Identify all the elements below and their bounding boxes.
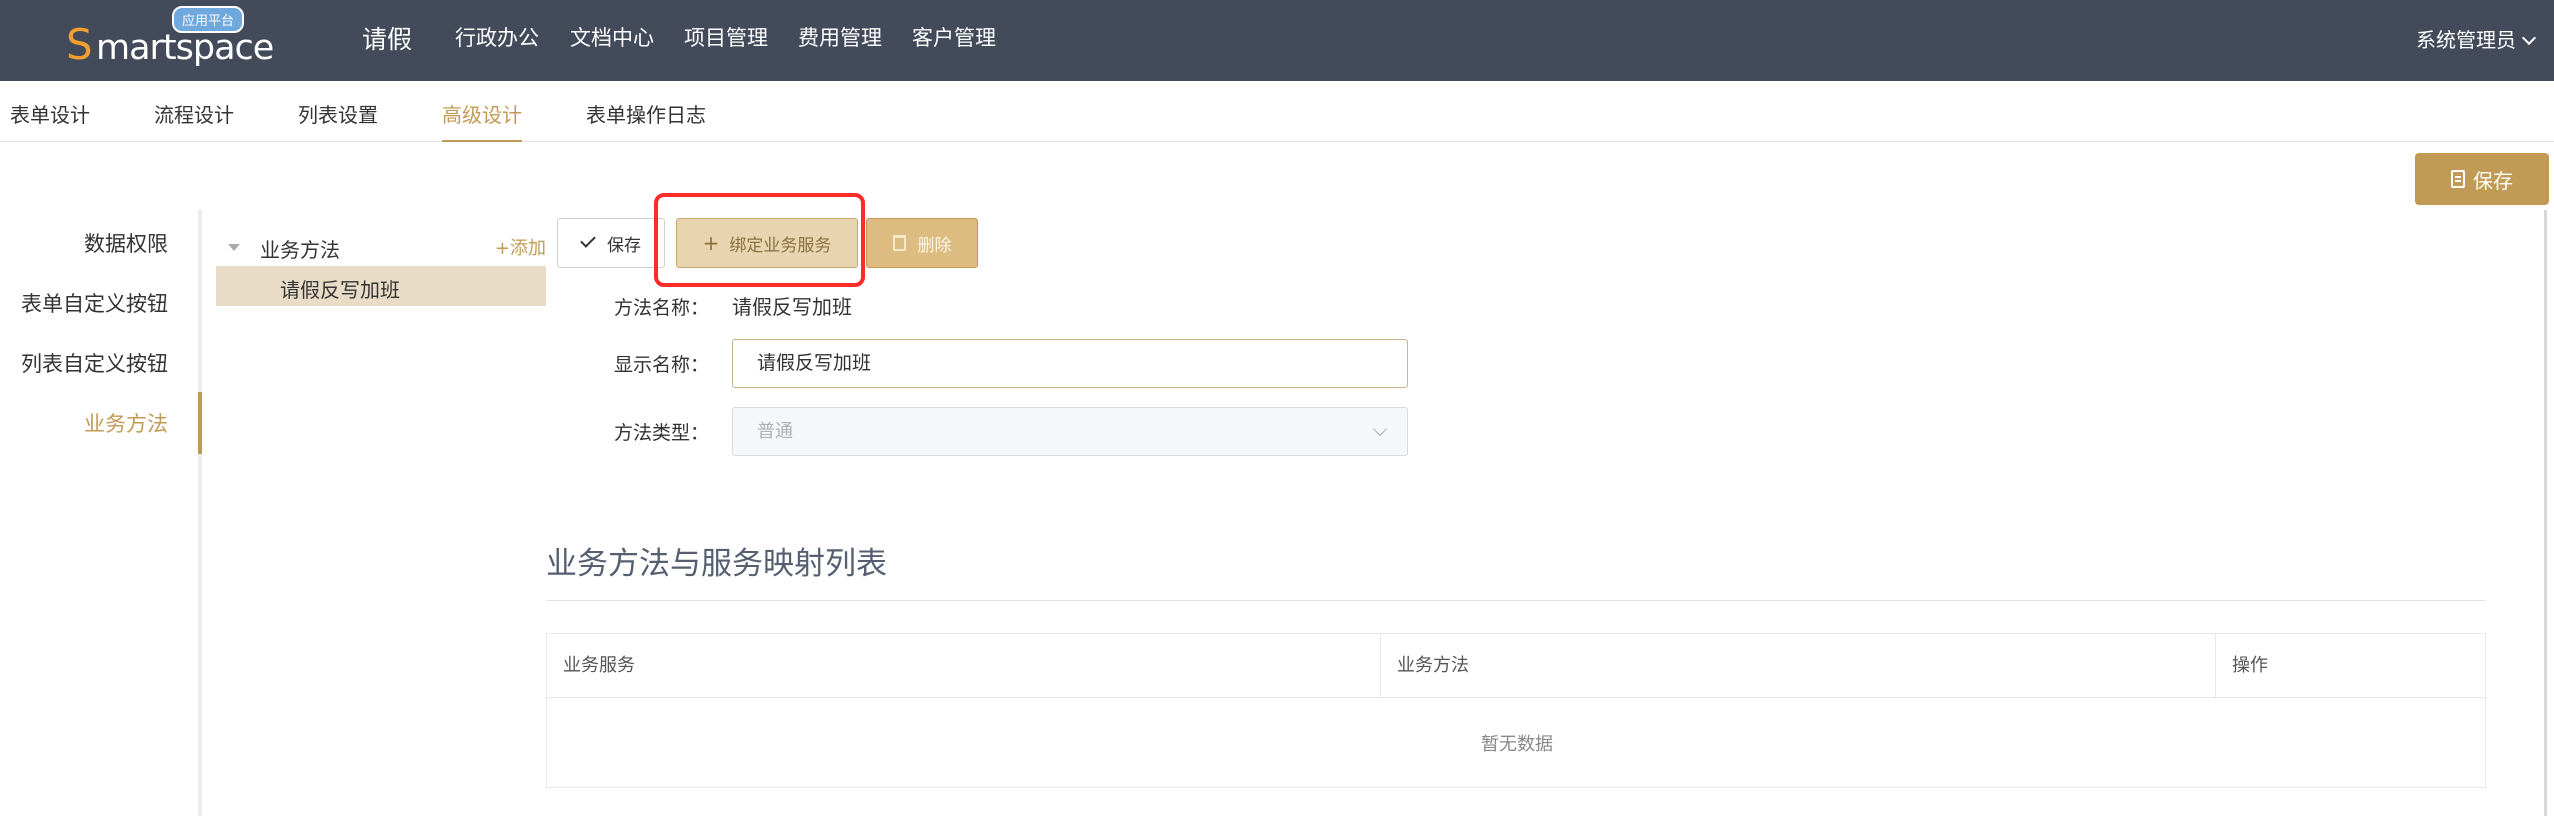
logo-initial: S [66, 20, 93, 69]
left-menu-business-methods[interactable]: 业务方法 [84, 408, 168, 438]
app-title: 请假 [362, 25, 413, 54]
tab-advanced-design[interactable]: 高级设计 [442, 99, 522, 142]
logo-text: martspace [96, 28, 274, 68]
tree-item-selected[interactable]: 请假反写加班 [216, 266, 546, 306]
display-name-label: 显示名称： [614, 354, 710, 376]
highlight-annotation [654, 193, 865, 287]
tab-list-settings[interactable]: 列表设置 [298, 99, 378, 142]
column-header-business-service: 业务服务 [547, 634, 1381, 698]
display-name-input[interactable]: 请假反写加班 [732, 339, 1408, 388]
nav-item-expense-management[interactable]: 费用管理 [798, 22, 882, 52]
left-menu-form-custom-buttons[interactable]: 表单自定义按钮 [21, 288, 168, 318]
tree-item-label: 请假反写加班 [280, 278, 400, 302]
save-button-label: 保存 [607, 235, 641, 256]
method-name-value: 请假反写加班 [732, 295, 852, 319]
nav-item-admin-office[interactable]: 行政办公 [455, 22, 539, 52]
trash-icon [892, 235, 906, 251]
nav-item-document-center[interactable]: 文档中心 [570, 22, 654, 52]
mapping-section-title: 业务方法与服务映射列表 [546, 546, 887, 582]
top-save-label: 保存 [2473, 168, 2513, 193]
smartspace-logo[interactable]: S martspace 应用平台 [64, 6, 274, 69]
left-menu-data-permission[interactable]: 数据权限 [84, 228, 168, 258]
add-method-link[interactable]: +添加 [495, 234, 546, 260]
save-button[interactable]: 保存 [557, 218, 665, 268]
left-menu-active-indicator [198, 392, 202, 454]
empty-table-text: 暂无数据 [1481, 734, 1553, 755]
method-type-value: 普通 [757, 421, 793, 442]
nav-item-customer-management[interactable]: 客户管理 [912, 22, 996, 52]
advanced-left-menu: 数据权限 表单自定义按钮 列表自定义按钮 业务方法 [0, 210, 202, 816]
chevron-down-icon [1372, 421, 1388, 437]
user-name: 系统管理员 [2416, 28, 2516, 52]
mapping-table: 业务服务 业务方法 操作 暂无数据 [546, 633, 2486, 788]
method-name-label: 方法名称： [614, 297, 710, 319]
column-header-actions: 操作 [2215, 634, 2485, 698]
column-header-business-method: 业务方法 [1381, 634, 2215, 698]
delete-button[interactable]: 删除 [866, 218, 978, 268]
top-save-button[interactable]: 保存 [2415, 153, 2549, 205]
check-icon [580, 232, 596, 248]
chevron-down-icon [2521, 30, 2537, 46]
top-bar: S martspace 应用平台 请假 行政办公 文档中心 项目管理 费用管理 … [0, 0, 2554, 81]
section-divider [546, 600, 2486, 601]
page-scrollbar[interactable] [2544, 210, 2547, 816]
design-tab-bar: 表单设计 流程设计 列表设置 高级设计 表单操作日志 [0, 81, 2554, 142]
tree-root-label[interactable]: 业务方法 [260, 234, 340, 263]
tab-form-design[interactable]: 表单设计 [10, 99, 90, 142]
caret-down-icon[interactable] [228, 244, 240, 251]
method-type-label: 方法类型： [614, 422, 710, 444]
logo-badge: 应用平台 [172, 6, 244, 33]
method-type-select[interactable]: 普通 [732, 407, 1408, 456]
nav-item-project-management[interactable]: 项目管理 [684, 22, 768, 52]
left-menu-list-custom-buttons[interactable]: 列表自定义按钮 [21, 348, 168, 378]
user-menu[interactable]: 系统管理员 [2416, 24, 2537, 53]
tab-process-design[interactable]: 流程设计 [154, 99, 234, 142]
tab-form-operation-log[interactable]: 表单操作日志 [586, 99, 706, 142]
document-icon [2451, 170, 2465, 188]
delete-button-label: 删除 [917, 235, 952, 256]
